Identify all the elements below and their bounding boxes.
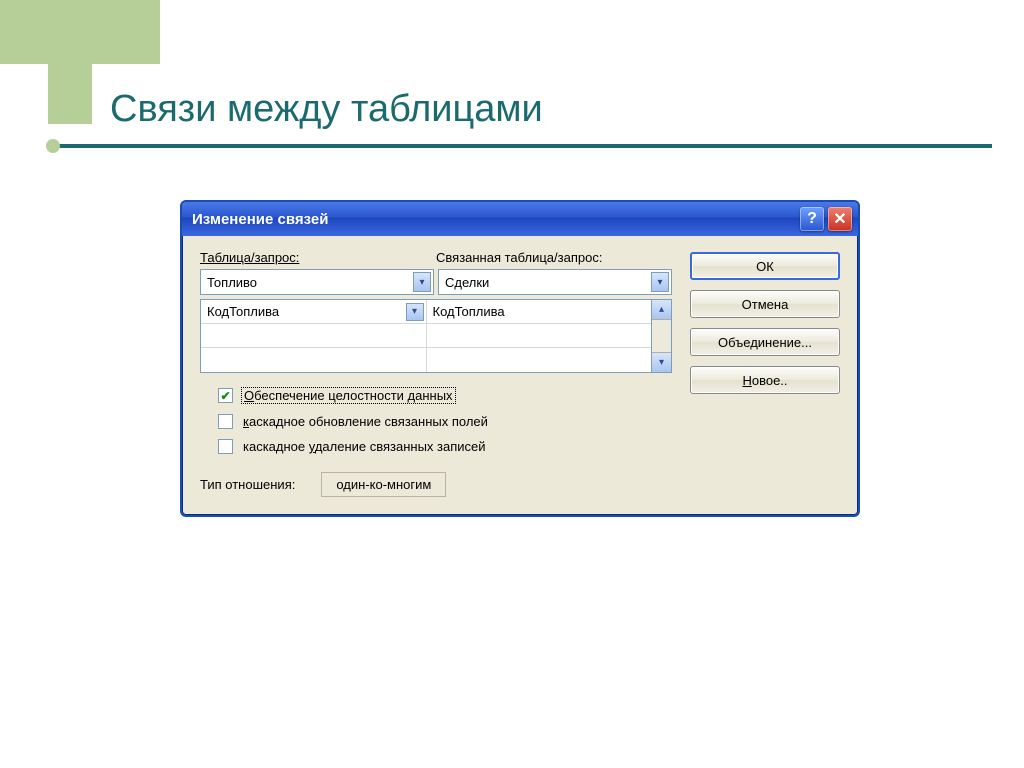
grid-cell-value: КодТоплива (207, 304, 406, 319)
slide-divider (52, 144, 992, 148)
enforce-integrity-label: Обеспечение целостности данных (241, 387, 456, 404)
grid-cell-right[interactable] (427, 324, 652, 347)
create-new-button[interactable]: Новое.. (690, 366, 840, 394)
chevron-down-icon[interactable]: ▾ (413, 272, 431, 292)
checkbox-box[interactable]: ✔ (218, 388, 233, 403)
relationship-type-value: один-ко-многим (321, 472, 446, 497)
related-table-query-label: Связанная таблица/запрос: (436, 250, 672, 265)
slide-title: Связи между таблицами (110, 88, 543, 131)
relationship-type-label: Тип отношения: (200, 477, 295, 492)
grid-cell-left[interactable] (201, 348, 427, 372)
cascade-delete-label: каскадное удаление связанных записей (241, 439, 488, 454)
grid-row[interactable] (201, 348, 651, 372)
dialog-left-column: Таблица/запрос: Связанная таблица/запрос… (200, 250, 672, 497)
help-button[interactable]: ? (800, 207, 824, 231)
table-query-label: Таблица/запрос: (200, 250, 436, 265)
chevron-down-icon[interactable]: ▾ (406, 303, 424, 321)
grid-scrollbar[interactable]: ▴ ▾ (652, 299, 672, 373)
related-table-combo[interactable]: Сделки ▾ (438, 269, 672, 295)
dialog-titlebar[interactable]: Изменение связей ? ✕ (182, 202, 858, 236)
cancel-button[interactable]: Отмена (690, 290, 840, 318)
scroll-down-icon[interactable]: ▾ (652, 352, 671, 372)
grid-cell-right[interactable]: КодТоплива (427, 300, 652, 323)
scroll-track[interactable] (652, 320, 671, 352)
ok-button[interactable]: ОК (690, 252, 840, 280)
help-icon: ? (807, 210, 817, 228)
checkbox-group: ✔ Обеспечение целостности данных каскадн… (218, 387, 672, 454)
slide-divider-knob (46, 139, 60, 153)
table-combo-value: Топливо (207, 275, 413, 290)
enforce-integrity-checkbox[interactable]: ✔ Обеспечение целостности данных (218, 387, 672, 404)
grid-row[interactable]: КодТоплива ▾ КодТоплива (201, 300, 651, 324)
relationship-type-row: Тип отношения: один-ко-многим (200, 472, 672, 497)
related-table-combo-value: Сделки (445, 275, 651, 290)
close-button[interactable]: ✕ (828, 207, 852, 231)
scroll-up-icon[interactable]: ▴ (652, 300, 671, 320)
dialog-title: Изменение связей (192, 211, 328, 228)
dialog-buttons-column: ОК Отмена Объединение... Новое.. (690, 250, 840, 497)
cascade-delete-checkbox[interactable]: каскадное удаление связанных записей (218, 439, 672, 454)
chevron-down-icon[interactable]: ▾ (651, 272, 669, 292)
fields-grid[interactable]: КодТоплива ▾ КодТоплива (200, 299, 652, 373)
checkbox-box[interactable] (218, 439, 233, 454)
cascade-update-label: каскадное обновление связанных полей (241, 414, 490, 429)
grid-cell-left[interactable]: КодТоплива ▾ (201, 300, 427, 323)
dialog-body: Таблица/запрос: Связанная таблица/запрос… (182, 236, 858, 515)
table-combo[interactable]: Топливо ▾ (200, 269, 434, 295)
grid-cell-left[interactable] (201, 324, 427, 347)
grid-cell-value: КодТоплива (433, 304, 650, 319)
checkbox-box[interactable] (218, 414, 233, 429)
join-type-button[interactable]: Объединение... (690, 328, 840, 356)
slide-corner-decoration-inner (48, 0, 92, 124)
edit-relationships-dialog: Изменение связей ? ✕ Таблица/запрос: Свя… (180, 200, 860, 517)
fields-grid-wrap: КодТоплива ▾ КодТоплива (200, 299, 672, 373)
grid-row[interactable] (201, 324, 651, 348)
grid-cell-right[interactable] (427, 348, 652, 372)
close-icon: ✕ (833, 209, 846, 229)
cascade-update-checkbox[interactable]: каскадное обновление связанных полей (218, 414, 672, 429)
column-headers: Таблица/запрос: Связанная таблица/запрос… (200, 250, 672, 265)
